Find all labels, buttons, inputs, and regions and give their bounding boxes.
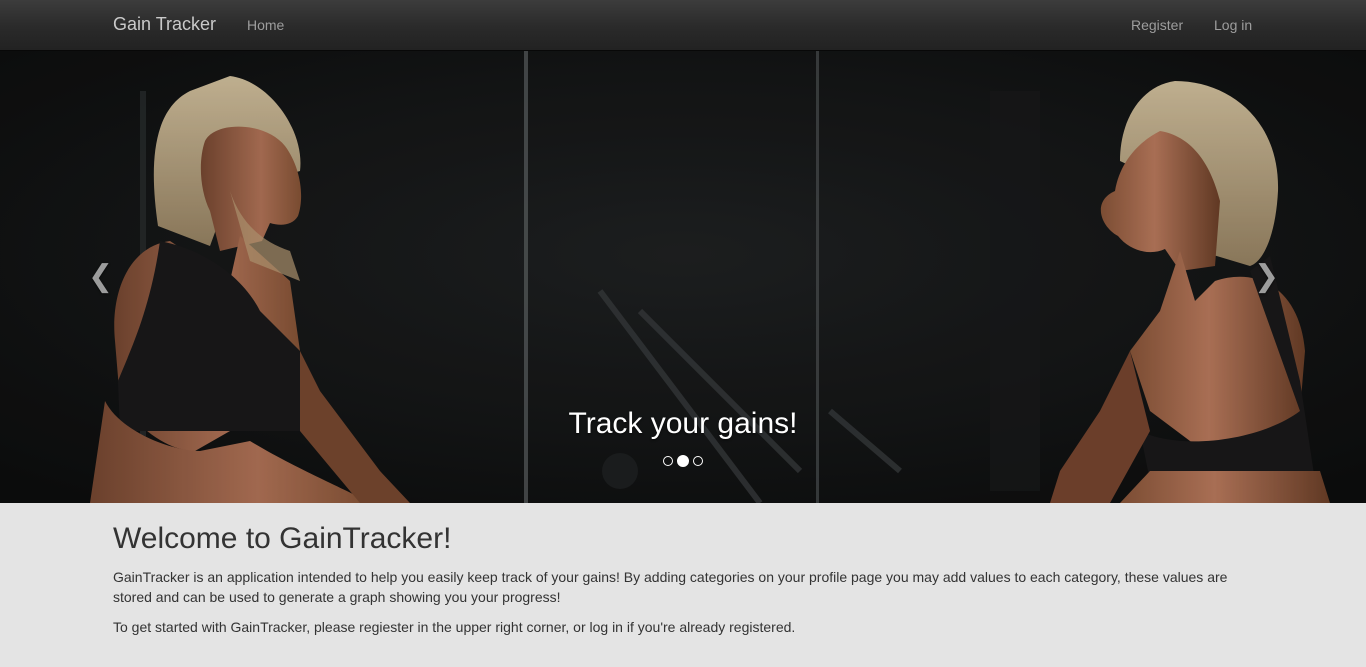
brand-link[interactable]: Gain Tracker bbox=[113, 14, 216, 35]
page-title: Welcome to GainTracker! bbox=[113, 522, 452, 555]
navbar: Gain Tracker Home Register Log in bbox=[0, 0, 1366, 51]
getting-started-paragraph: To get started with GainTracker, please … bbox=[113, 619, 796, 635]
main-content: Welcome to GainTracker! GainTracker is a… bbox=[113, 503, 1263, 637]
chevron-left-icon[interactable]: ❮ bbox=[88, 259, 113, 294]
carousel-indicator-1[interactable] bbox=[663, 456, 673, 466]
nav-register-link[interactable]: Register bbox=[1131, 17, 1183, 33]
intro-paragraph: GainTracker is an application intended t… bbox=[113, 569, 1228, 605]
carousel-indicator-3[interactable] bbox=[693, 456, 703, 466]
nav-login-link[interactable]: Log in bbox=[1214, 17, 1252, 33]
carousel-caption: Track your gains! bbox=[568, 407, 798, 440]
chevron-right-icon[interactable]: ❯ bbox=[1254, 259, 1279, 294]
carousel-indicator-2[interactable] bbox=[677, 455, 689, 467]
nav-home-link[interactable]: Home bbox=[247, 17, 284, 33]
hero-carousel: ❮ ❯ Track your gains! bbox=[0, 51, 1366, 503]
carousel-indicators bbox=[0, 455, 1366, 467]
